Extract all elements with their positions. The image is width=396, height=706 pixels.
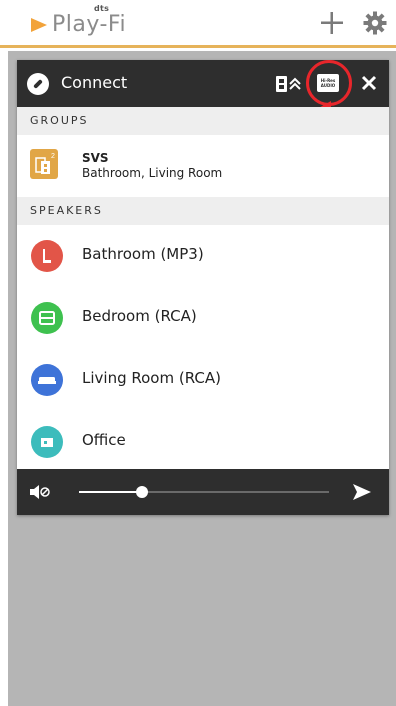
speaker-label: Living Room (RCA) — [82, 369, 221, 387]
send-icon — [353, 484, 371, 500]
send-button[interactable] — [351, 482, 373, 502]
speaker-row-living-room[interactable]: Living Room (RCA) — [17, 349, 389, 411]
connect-panel: Connect Hi-Res AUDIO GROUPS 2 SVS Bathro… — [17, 60, 389, 515]
group-name: SVS — [82, 151, 109, 165]
link-icon — [27, 73, 49, 95]
sofa-icon — [31, 364, 63, 396]
volume-slider[interactable] — [79, 486, 329, 498]
close-icon — [361, 75, 377, 91]
group-members: Bathroom, Living Room — [82, 166, 223, 180]
group-row-svs[interactable]: 2 SVS Bathroom, Living Room — [17, 135, 389, 197]
volume-knob[interactable] — [135, 486, 148, 498]
volume-bar — [17, 469, 389, 515]
close-button[interactable] — [359, 73, 379, 93]
plus-icon — [321, 12, 343, 34]
settings-button[interactable] — [362, 10, 388, 36]
mute-button[interactable] — [29, 483, 51, 501]
mute-icon — [30, 485, 50, 499]
speaker-expand-button[interactable] — [275, 74, 303, 94]
speaker-tower-icon — [31, 240, 63, 272]
speaker-expand-icon — [276, 76, 301, 92]
speaker-row-bathroom[interactable]: Bathroom (MP3) — [17, 225, 389, 287]
speaker-group-icon: 2 — [30, 149, 58, 179]
add-button[interactable] — [318, 9, 346, 37]
speaker-label: Bathroom (MP3) — [82, 245, 204, 263]
play-fi-logo: dts Play-Fi — [30, 4, 150, 40]
speaker-row-bedroom[interactable]: Bedroom (RCA) — [17, 287, 389, 349]
desk-icon — [31, 426, 63, 458]
speakers-header: SPEAKERS — [17, 197, 389, 225]
volume-fill — [79, 491, 142, 493]
speaker-row-office[interactable]: Office — [17, 411, 389, 473]
panel-title: Connect — [61, 73, 128, 92]
speaker-label: Office — [82, 431, 126, 449]
gear-icon — [363, 11, 387, 35]
group-count-badge: 2 — [51, 153, 55, 160]
play-triangle-icon — [31, 17, 47, 32]
speaker-label: Bedroom (RCA) — [82, 307, 197, 325]
app-header: dts Play-Fi — [0, 0, 396, 48]
groups-header: GROUPS — [17, 107, 389, 135]
logo-name: Play-Fi — [52, 12, 127, 37]
speaker-box-icon — [31, 302, 63, 334]
